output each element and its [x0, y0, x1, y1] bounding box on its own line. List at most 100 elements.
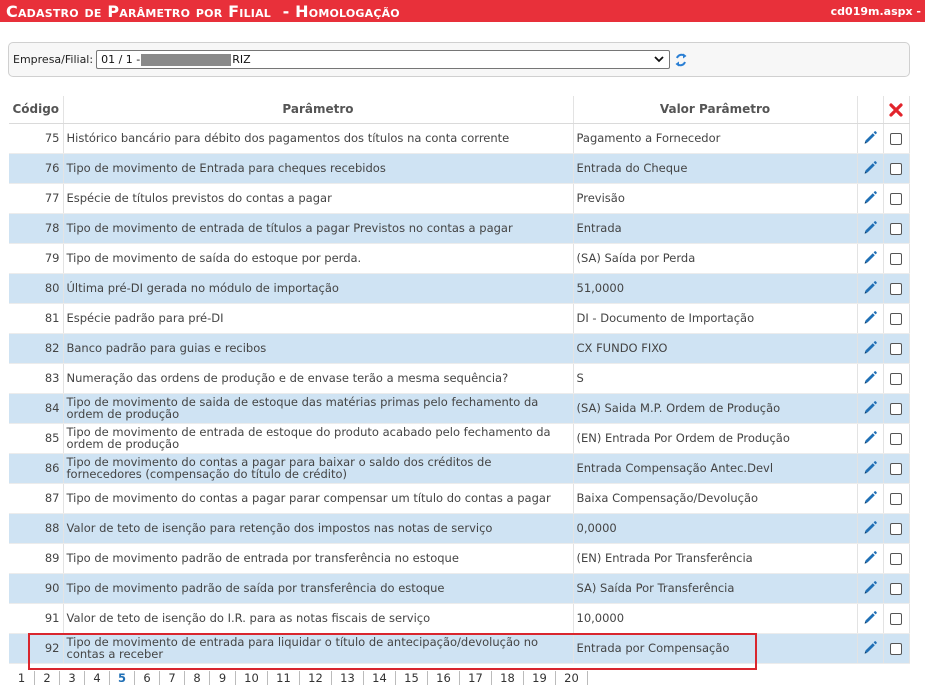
pencil-icon[interactable] — [862, 340, 878, 356]
select-cell — [883, 423, 910, 454]
page-link[interactable]: 15 — [396, 671, 428, 685]
page-link[interactable]: 4 — [85, 671, 110, 685]
cell-value: 0,0000 — [573, 513, 858, 544]
red-x-icon[interactable] — [889, 102, 903, 117]
cell-value: S — [573, 363, 858, 394]
page-link[interactable]: 1 — [9, 671, 35, 685]
column-header-parametro[interactable]: Parâmetro — [63, 96, 574, 124]
cell-value: Entrada do Cheque — [573, 153, 858, 184]
cell-param: Tipo de movimento de entrada de títulos … — [63, 213, 574, 244]
page-link[interactable]: 17 — [460, 671, 492, 685]
page-link[interactable]: 16 — [428, 671, 460, 685]
select-cell — [883, 123, 910, 154]
empresa-filial-select[interactable]: 01 / 1 - RIZ — [96, 50, 671, 69]
edit-cell — [857, 123, 884, 154]
select-cell — [883, 453, 910, 484]
cell-param: Última pré-DI gerada no módulo de import… — [63, 273, 574, 304]
empresa-filial-label: Empresa/Filial: — [13, 53, 94, 66]
page-link[interactable]: 14 — [364, 671, 396, 685]
row-checkbox[interactable] — [890, 222, 902, 235]
pencil-icon[interactable] — [862, 220, 878, 236]
parameters-table: Código Parâmetro Valor Parâmetro 75 Hist… — [9, 96, 910, 664]
edit-cell — [857, 573, 884, 604]
row-checkbox[interactable] — [890, 432, 902, 445]
cell-code: 83 — [9, 363, 64, 394]
row-checkbox[interactable] — [890, 132, 902, 145]
table-row: 92 Tipo de movimento de entrada para liq… — [9, 633, 910, 664]
select-cell — [883, 153, 910, 184]
table-row: 86 Tipo de movimento do contas a pagar p… — [9, 453, 910, 484]
edit-cell — [857, 423, 884, 454]
row-checkbox[interactable] — [890, 282, 902, 295]
select-cell — [883, 513, 910, 544]
pencil-icon[interactable] — [862, 520, 878, 536]
pencil-icon[interactable] — [862, 430, 878, 446]
table-row: 75 Histórico bancário para débito dos pa… — [9, 123, 910, 154]
pagination: 1 2 3 4 5 6 7 8 9 10 11 12 13 14 15 16 1… — [9, 670, 909, 686]
page-link[interactable]: 18 — [492, 671, 524, 685]
row-checkbox[interactable] — [890, 192, 902, 205]
column-header-delete — [883, 96, 910, 124]
row-checkbox[interactable] — [890, 252, 902, 265]
page-link[interactable]: 9 — [210, 671, 236, 685]
title-bar: Cadastro de Parâmetro por Filial - Homol… — [0, 0, 925, 22]
page-link[interactable]: 8 — [185, 671, 210, 685]
select-cell — [883, 333, 910, 364]
row-checkbox[interactable] — [890, 342, 902, 355]
select-cell — [883, 363, 910, 394]
pencil-icon[interactable] — [862, 580, 878, 596]
table-row: 77 Espécie de títulos previstos do conta… — [9, 183, 910, 214]
page-link[interactable]: 6 — [135, 671, 160, 685]
row-checkbox[interactable] — [890, 582, 902, 595]
row-checkbox[interactable] — [890, 492, 902, 505]
table-row: 89 Tipo de movimento padrão de entrada p… — [9, 543, 910, 574]
cell-code: 81 — [9, 303, 64, 334]
page-link[interactable]: 10 — [236, 671, 268, 685]
column-header-valor[interactable]: Valor Parâmetro — [573, 96, 858, 124]
select-cell — [883, 633, 910, 664]
pencil-icon[interactable] — [862, 190, 878, 206]
page-link[interactable]: 20 — [556, 671, 588, 685]
column-header-codigo[interactable]: Código — [9, 96, 64, 124]
table-row: 84 Tipo de movimento de saida de estoque… — [9, 393, 910, 424]
page-link[interactable]: 13 — [332, 671, 364, 685]
cell-param: Tipo de movimento padrão de entrada por … — [63, 543, 574, 574]
pencil-icon[interactable] — [862, 610, 878, 626]
row-checkbox[interactable] — [890, 162, 902, 175]
refresh-icon[interactable] — [674, 52, 688, 68]
page-link[interactable]: 11 — [268, 671, 300, 685]
redacted-block — [141, 53, 232, 66]
cell-code: 79 — [9, 243, 64, 274]
cell-param: Espécie de títulos previstos do contas a… — [63, 183, 574, 214]
pencil-icon[interactable] — [862, 550, 878, 566]
pencil-icon[interactable] — [862, 130, 878, 146]
pencil-icon[interactable] — [862, 490, 878, 506]
page-link[interactable]: 12 — [300, 671, 332, 685]
row-checkbox[interactable] — [890, 642, 902, 655]
chevron-down-icon — [654, 56, 664, 63]
pencil-icon[interactable] — [862, 280, 878, 296]
row-checkbox[interactable] — [890, 552, 902, 565]
cell-value: Baixa Compensação/Devolução — [573, 483, 858, 514]
pencil-icon[interactable] — [862, 160, 878, 176]
cell-param: Tipo de movimento de entrada de estoque … — [63, 423, 574, 454]
page-link[interactable]: 2 — [35, 671, 60, 685]
edit-cell — [857, 393, 884, 424]
row-checkbox[interactable] — [890, 462, 902, 475]
row-checkbox[interactable] — [890, 612, 902, 625]
cell-value: 51,0000 — [573, 273, 858, 304]
page-link[interactable]: 7 — [160, 671, 185, 685]
pencil-icon[interactable] — [862, 460, 878, 476]
row-checkbox[interactable] — [890, 312, 902, 325]
pencil-icon[interactable] — [862, 250, 878, 266]
pencil-icon[interactable] — [862, 400, 878, 416]
row-checkbox[interactable] — [890, 522, 902, 535]
pencil-icon[interactable] — [862, 370, 878, 386]
page-link-current[interactable]: 5 — [110, 671, 135, 685]
pencil-icon[interactable] — [862, 640, 878, 656]
page-link[interactable]: 19 — [524, 671, 556, 685]
page-link[interactable]: 3 — [60, 671, 85, 685]
row-checkbox[interactable] — [890, 372, 902, 385]
row-checkbox[interactable] — [890, 402, 902, 415]
pencil-icon[interactable] — [862, 310, 878, 326]
